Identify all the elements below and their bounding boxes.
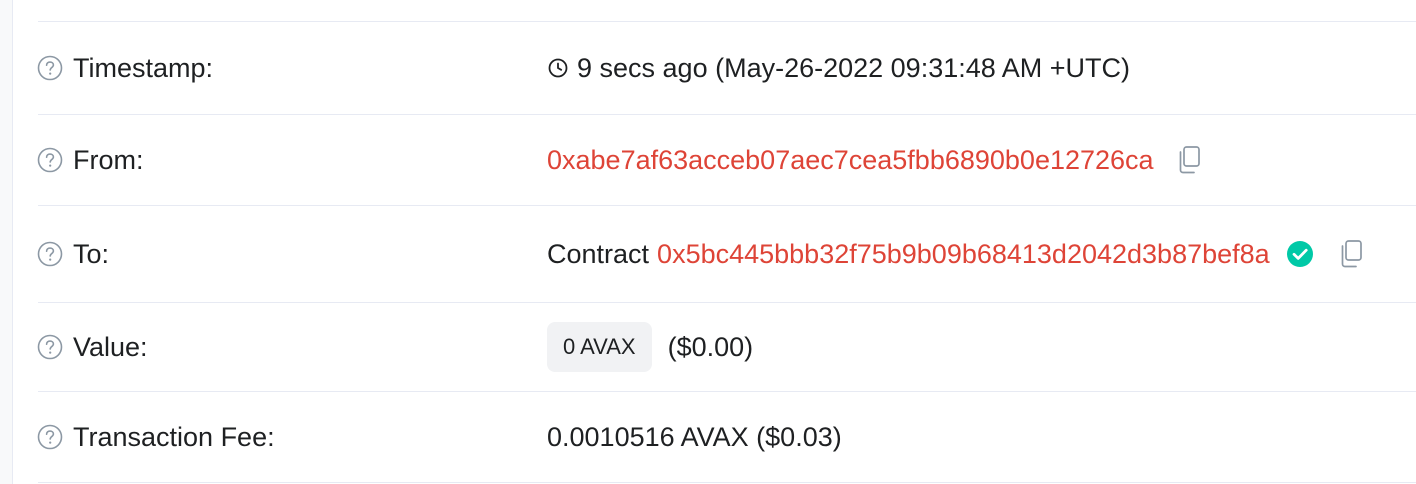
fee-label-cell: Transaction Fee: — [37, 422, 275, 453]
question-circle-icon[interactable] — [37, 334, 63, 360]
timestamp-row: Timestamp: 9 secs ago (May-26-2022 09:31… — [13, 22, 1416, 114]
value-value-cell: 0 AVAX ($0.00) — [547, 322, 753, 372]
timestamp-label: Timestamp: — [73, 52, 214, 83]
transaction-details-page: Timestamp: 9 secs ago (May-26-2022 09:31… — [0, 0, 1416, 484]
fee-label: Transaction Fee: — [73, 421, 275, 452]
copy-icon[interactable] — [1338, 239, 1364, 269]
to-label-cell: To: — [37, 239, 109, 270]
from-row: From: 0xabe7af63acceb07aec7cea5fbb6890b0… — [13, 115, 1416, 205]
value-amount-badge: 0 AVAX — [547, 322, 652, 372]
value-label: Value: — [73, 331, 148, 362]
transaction-fee-row: Transaction Fee: 0.0010516 AVAX ($0.03) — [13, 392, 1416, 482]
clock-icon — [547, 57, 569, 79]
copy-icon[interactable] — [1176, 145, 1202, 175]
contract-prefix: Contract — [547, 238, 650, 269]
check-circle-icon — [1286, 240, 1314, 268]
to-value-cell: Contract 0x5bc445bbb32f75b9b09b68413d204… — [547, 239, 1364, 270]
from-label: From: — [73, 144, 144, 175]
timestamp-value: 9 secs ago (May-26-2022 09:31:48 AM +UTC… — [577, 52, 1131, 83]
from-label-cell: From: — [37, 145, 144, 176]
fee-value: 0.0010516 AVAX ($0.03) — [547, 421, 842, 452]
value-usd: ($0.00) — [667, 331, 754, 362]
question-circle-icon[interactable] — [37, 147, 63, 173]
from-address-link[interactable]: 0xabe7af63acceb07aec7cea5fbb6890b0e12726… — [547, 145, 1154, 176]
to-row: To: Contract 0x5bc445bbb32f75b9b09b68413… — [13, 206, 1416, 302]
from-value-cell: 0xabe7af63acceb07aec7cea5fbb6890b0e12726… — [547, 145, 1202, 176]
value-row: Value: 0 AVAX ($0.00) — [13, 303, 1416, 391]
question-circle-icon[interactable] — [37, 241, 63, 267]
value-label-cell: Value: — [37, 332, 148, 363]
transaction-details-card: Timestamp: 9 secs ago (May-26-2022 09:31… — [13, 0, 1416, 484]
question-circle-icon[interactable] — [37, 55, 63, 81]
to-label: To: — [73, 238, 110, 269]
to-address-link[interactable]: 0x5bc445bbb32f75b9b09b68413d2042d3b87bef… — [657, 239, 1270, 270]
row-divider — [38, 482, 1416, 483]
timestamp-value-cell: 9 secs ago (May-26-2022 09:31:48 AM +UTC… — [547, 53, 1130, 84]
fee-value-cell: 0.0010516 AVAX ($0.03) — [547, 422, 842, 453]
question-circle-icon[interactable] — [37, 424, 63, 450]
timestamp-label-cell: Timestamp: — [37, 53, 213, 84]
page-left-edge — [0, 0, 13, 484]
